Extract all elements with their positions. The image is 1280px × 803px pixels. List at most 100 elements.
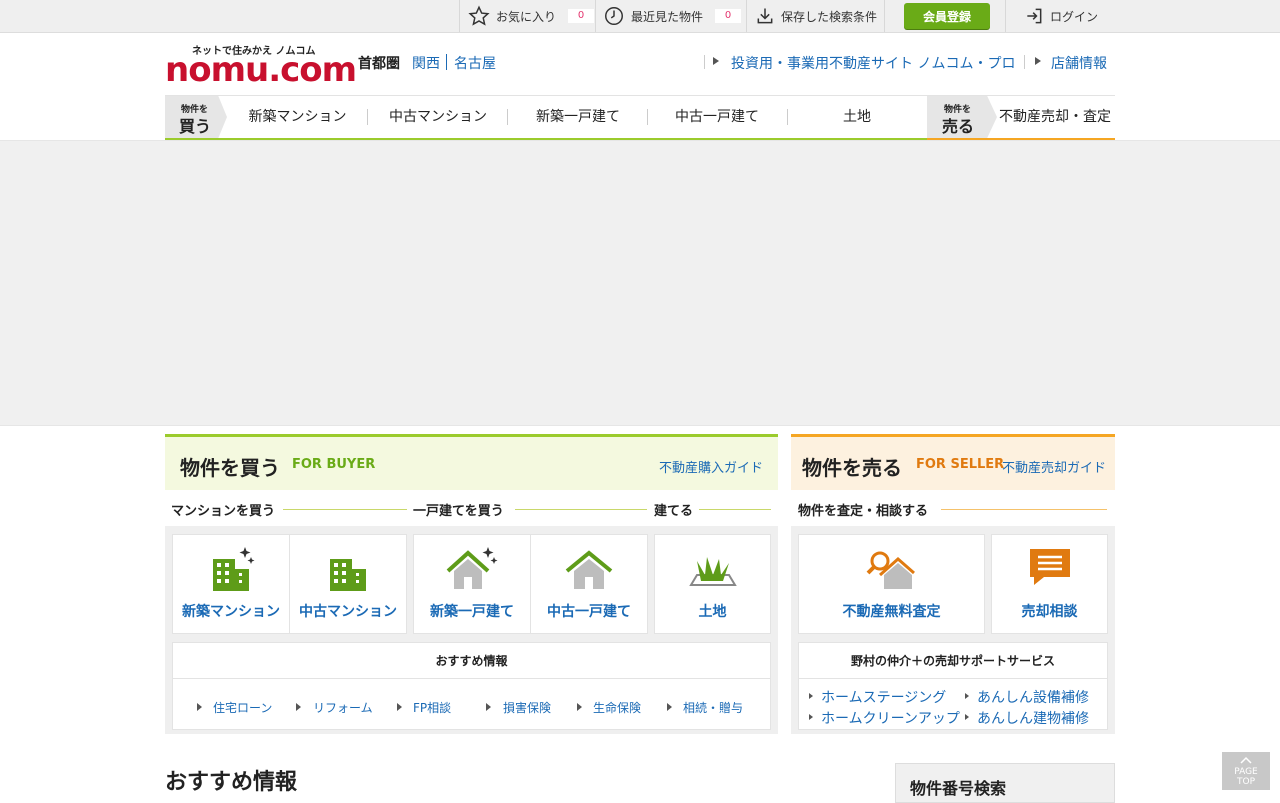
recent-viewed-link[interactable]: 最近見た物件 0 — [603, 0, 742, 32]
saved-search-link[interactable]: 保存した検索条件 — [755, 0, 877, 32]
new-house-icon — [446, 547, 498, 589]
card-label: 新築一戸建て — [430, 604, 514, 620]
divider — [787, 109, 788, 125]
card-land[interactable]: 土地 — [654, 534, 771, 634]
region-kansai-link[interactable]: 関西 — [412, 53, 440, 73]
top-utility-bar: お気に入り 0 最近見た物件 0 保存した検索条件 会員登録 ログイン — [0, 0, 1280, 33]
pro-site-link[interactable]: 投資用・事業用不動産サイト ノムコム・プロ — [731, 53, 1015, 73]
arrow-right-icon — [809, 714, 813, 720]
buyer-recommend-title: おすすめ情報 — [173, 643, 770, 679]
buyer-sub: FOR BUYER — [292, 457, 376, 472]
saved-search-label: 保存した検索条件 — [781, 9, 878, 24]
star-icon — [468, 5, 490, 26]
seller-panel: 物件を売る FOR SELLER 不動産売却ガイド 物件を査定・相談する 不動産… — [791, 434, 1115, 734]
nav-used-house[interactable]: 中古一戸建て — [653, 96, 781, 138]
card-label: 中古一戸建て — [547, 604, 631, 620]
site-logo[interactable]: nomu.com — [165, 52, 357, 88]
buy-guide-link[interactable]: 不動産購入ガイド — [659, 457, 763, 476]
recommend-section-title: おすすめ情報 — [165, 770, 298, 795]
nav-sell-appraisal[interactable]: 不動産売却・査定 — [999, 96, 1115, 138]
card-new-mansion[interactable]: 新築マンション — [172, 534, 290, 634]
link-housing-loan[interactable]: 住宅ローン — [213, 699, 272, 716]
nav-new-mansion[interactable]: 新築マンション — [235, 96, 360, 138]
building-icon — [330, 559, 366, 591]
sub-appraise: 物件を査定・相談する — [798, 500, 933, 519]
site-header: ネットで住みかえ ノムコム nomu.com 首都圏 関西 名古屋 投資用・事業… — [165, 33, 1115, 95]
divider — [647, 109, 648, 125]
arrow-right-icon — [713, 57, 719, 65]
link-life-insurance[interactable]: 生命保険 — [593, 699, 641, 716]
register-button[interactable]: 会員登録 — [904, 3, 990, 29]
number-search-title: 物件番号検索 — [910, 779, 1007, 798]
land-icon — [688, 557, 737, 586]
seller-subheads: 物件を査定・相談する — [791, 490, 1115, 526]
sell-tag: 物件を 売る — [927, 96, 997, 138]
link-fp[interactable]: FP相談 — [413, 699, 451, 716]
page-top-label-2: TOP — [1236, 777, 1255, 787]
chevron-up-icon — [1240, 756, 1252, 764]
arrow-right-icon — [965, 693, 969, 699]
download-icon — [757, 8, 773, 24]
sub-house: 一戸建てを買う — [413, 500, 508, 519]
seller-header: 物件を売る FOR SELLER 不動産売却ガイド — [791, 437, 1115, 490]
card-label: 不動産無料査定 — [842, 604, 941, 620]
arrow-right-icon — [397, 703, 402, 711]
card-sale-consult[interactable]: 売却相談 — [991, 534, 1108, 634]
link-insurance[interactable]: 損害保険 — [503, 699, 551, 716]
nav-land[interactable]: 土地 — [793, 96, 921, 138]
buyer-title: 物件を買う — [180, 456, 280, 480]
divider — [699, 509, 771, 510]
divider — [746, 0, 747, 32]
divider — [1005, 0, 1006, 32]
new-building-icon — [213, 547, 255, 591]
card-used-mansion[interactable]: 中古マンション — [289, 534, 407, 634]
seller-sub: FOR SELLER — [916, 457, 1005, 472]
nav-used-mansion[interactable]: 中古マンション — [373, 96, 503, 138]
page-top-button[interactable]: PAGE TOP — [1222, 752, 1270, 790]
divider — [704, 55, 705, 69]
arrow-right-icon — [197, 703, 202, 711]
buyer-recommend-box: おすすめ情報 住宅ローン リフォーム FP相談 損害保険 生命保険 相続・贈与 — [172, 642, 771, 730]
link-building-repair[interactable]: あんしん建物補修 — [977, 708, 1089, 728]
favorites-count: 0 — [568, 9, 595, 23]
card-used-house[interactable]: 中古一戸建て — [530, 534, 648, 634]
seller-support-title: 野村の仲介＋の売却サポートサービス — [799, 643, 1107, 679]
arrow-right-icon — [486, 703, 491, 711]
card-new-house[interactable]: 新築一戸建て — [413, 534, 531, 634]
card-free-appraisal[interactable]: 不動産無料査定 — [798, 534, 985, 634]
divider — [446, 54, 447, 70]
chat-icon — [1029, 549, 1070, 585]
card-label: 売却相談 — [1021, 604, 1078, 620]
global-nav: 物件を 買う 新築マンション 中古マンション 新築一戸建て 中古一戸建て 土地 … — [165, 95, 1115, 141]
seller-title: 物件を売る — [802, 456, 902, 480]
seller-support-box: 野村の仲介＋の売却サポートサービス ホームステージング あんしん設備補修 ホーム… — [798, 642, 1108, 730]
arrow-right-icon — [965, 714, 969, 720]
recent-label: 最近見た物件 — [631, 9, 704, 24]
sub-mansion: マンションを買う — [171, 500, 280, 519]
nav-new-house[interactable]: 新築一戸建て — [513, 96, 643, 138]
link-reform[interactable]: リフォーム — [313, 699, 373, 716]
arrow-right-icon — [1035, 57, 1041, 65]
store-info-link[interactable]: 店舗情報 — [1051, 53, 1107, 73]
login-link[interactable]: ログイン — [1024, 0, 1098, 32]
house-icon — [565, 550, 613, 589]
card-label: 土地 — [698, 604, 727, 620]
login-label: ログイン — [1050, 9, 1099, 24]
link-equipment-repair[interactable]: あんしん設備補修 — [977, 687, 1089, 707]
favorites-link[interactable]: お気に入り 0 — [468, 0, 595, 32]
card-label: 中古マンション — [299, 604, 397, 620]
buyer-header: 物件を買う FOR BUYER 不動産購入ガイド — [165, 437, 778, 490]
link-home-cleanup[interactable]: ホームクリーンアップ — [821, 708, 960, 728]
card-label: 新築マンション — [182, 604, 280, 620]
page-top-label-1: PAGE — [1234, 767, 1258, 777]
link-home-staging[interactable]: ホームステージング — [821, 687, 946, 707]
magnifier-house-icon — [866, 551, 915, 589]
arrow-right-icon — [577, 703, 582, 711]
sell-tag-large: 売る — [942, 117, 975, 136]
region-nagoya-link[interactable]: 名古屋 — [454, 53, 496, 73]
favorites-label: お気に入り — [496, 9, 557, 24]
link-inheritance[interactable]: 相続・贈与 — [683, 699, 743, 716]
sell-guide-link[interactable]: 不動産売却ガイド — [1002, 457, 1106, 476]
divider — [884, 0, 885, 32]
divider — [1024, 55, 1025, 69]
